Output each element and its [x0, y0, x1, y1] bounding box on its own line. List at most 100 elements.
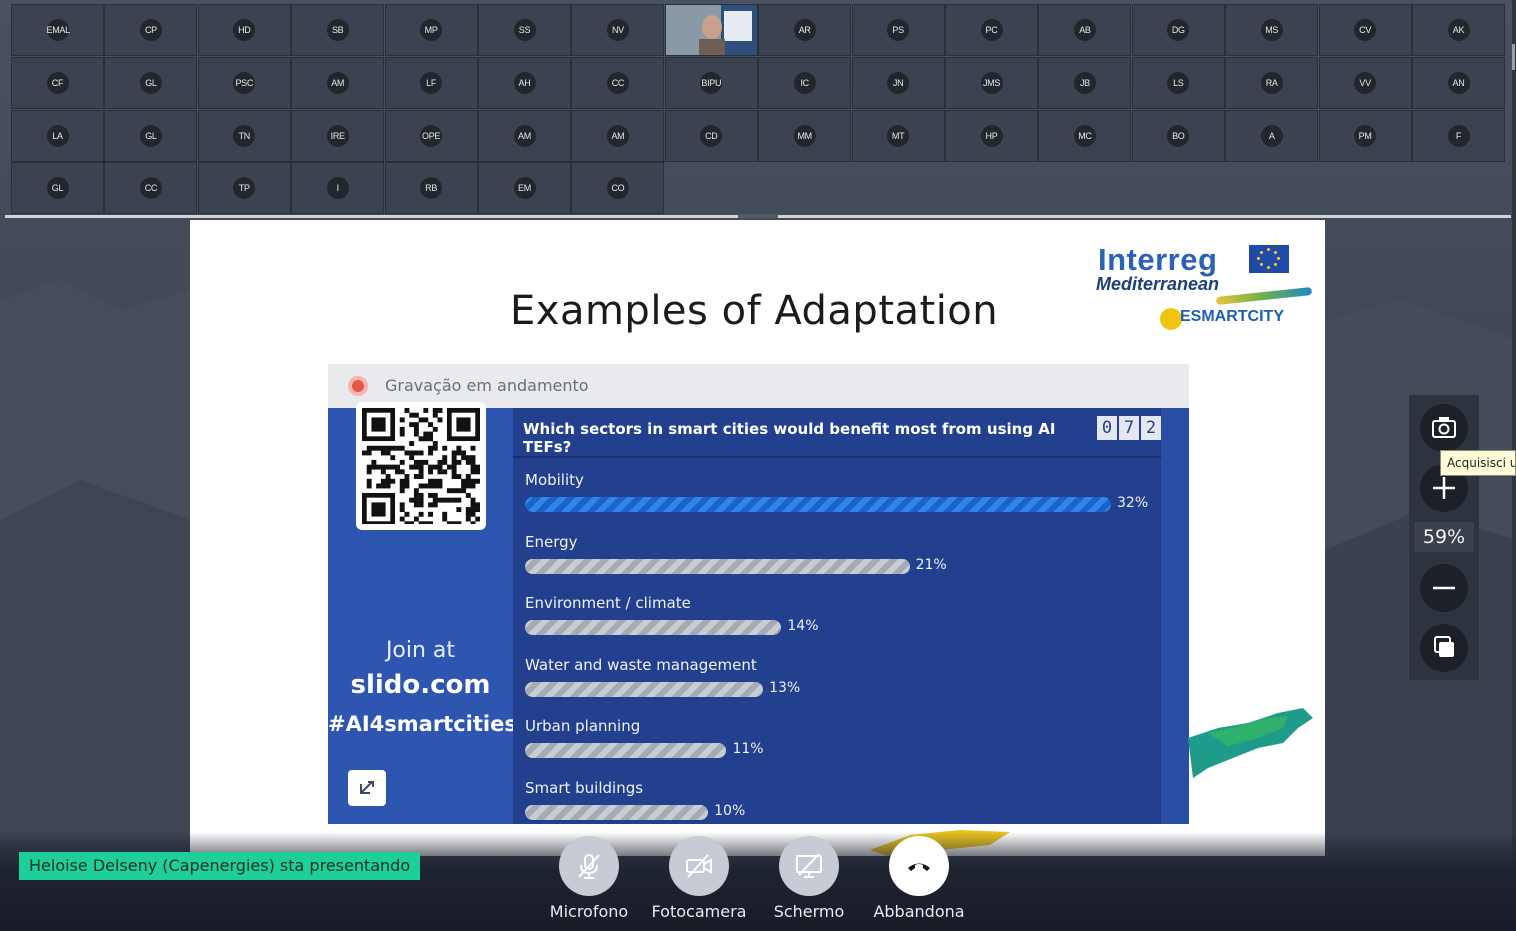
participant-tile[interactable]: LF [384, 56, 478, 109]
participant-tile[interactable]: TN [197, 109, 291, 162]
participant-tile[interactable]: OPE [384, 109, 478, 162]
camera-button[interactable]: Fotocamera [649, 836, 749, 921]
participant-tile[interactable]: MP [384, 4, 478, 56]
poll-percentage: 11% [732, 741, 764, 757]
participant-tile[interactable]: A [1225, 109, 1319, 162]
participant-avatar: PM [1354, 124, 1377, 147]
participant-avatar: F [1447, 124, 1470, 147]
participant-avatar: CF [46, 71, 69, 94]
participant-tile[interactable]: MC [1038, 109, 1132, 162]
poll-question: Which sectors in smart cities would bene… [523, 420, 1056, 456]
participant-tile[interactable]: PSC [197, 56, 291, 109]
participant-tile[interactable]: EMAL [11, 4, 104, 56]
participant-tile[interactable]: GL [11, 162, 104, 215]
poll-percentage: 32% [1117, 495, 1149, 511]
leave-button-circle[interactable] [889, 836, 949, 896]
participant-tile[interactable]: JN [851, 56, 945, 109]
participant-avatar: CC [139, 177, 162, 200]
grid-resize-handle[interactable] [738, 214, 778, 218]
screen-button-circle[interactable] [779, 836, 839, 896]
poll-bar [525, 497, 1111, 512]
expand-icon[interactable] [348, 770, 386, 806]
participant-tile[interactable]: VV [1318, 56, 1412, 109]
participant-tile[interactable]: JB [1038, 56, 1132, 109]
participant-tile[interactable]: SS [478, 4, 571, 56]
participant-tile[interactable]: PM [1318, 109, 1412, 162]
zoom-level: 59% [1414, 522, 1474, 552]
participant-tile[interactable]: CC [104, 162, 198, 215]
participant-tile[interactable]: CV [1318, 4, 1412, 56]
participant-tile[interactable]: AN [1412, 56, 1505, 109]
poll-percentage: 13% [769, 679, 801, 696]
participant-tile[interactable]: CD [664, 109, 758, 162]
participant-tile[interactable]: GL [104, 109, 198, 162]
poll-row: Environment / climate 14% [525, 594, 1155, 650]
participant-tile[interactable]: F [1412, 109, 1505, 162]
participant-tile[interactable]: IRE [291, 109, 385, 162]
camera-button-circle[interactable] [669, 836, 729, 896]
participant-tile[interactable]: SB [291, 4, 385, 56]
participant-tile[interactable]: AM [478, 109, 571, 162]
leave-button[interactable]: Abbandona [869, 836, 969, 921]
participant-avatar: AM [326, 71, 349, 94]
participant-tile[interactable]: BIPU [664, 56, 758, 109]
participant-avatar: TP [233, 177, 256, 200]
participant-avatar: I [326, 177, 349, 200]
participant-tile[interactable]: AM [571, 109, 665, 162]
screenshot-button[interactable] [1420, 404, 1468, 452]
poll-row: Urban planning 11% [525, 717, 1155, 773]
participant-video-tile[interactable] [664, 4, 758, 56]
participant-tile[interactable]: MS [1225, 4, 1319, 56]
participant-tile[interactable]: TP [197, 162, 291, 215]
logo-project: ESMARTCITY [1180, 308, 1284, 325]
participant-tile[interactable]: MM [758, 109, 852, 162]
recording-dot-icon [348, 376, 368, 396]
participant-tile[interactable]: CO [571, 162, 665, 215]
copy-window-icon [1434, 636, 1454, 657]
participant-tile[interactable]: AH [478, 56, 571, 109]
participant-avatar: HP [980, 124, 1003, 147]
participant-tile[interactable]: HP [945, 109, 1038, 162]
mic-button[interactable]: Microfono [539, 836, 639, 921]
participant-tile[interactable]: DG [1131, 4, 1225, 56]
participant-tile[interactable]: JMS [945, 56, 1038, 109]
scrollbar-thumb[interactable] [1512, 44, 1515, 70]
participant-tile[interactable]: CP [104, 4, 198, 56]
participant-tile[interactable]: CF [11, 56, 104, 109]
participant-tile[interactable]: RB [384, 162, 478, 215]
participant-tile[interactable]: HD [197, 4, 291, 56]
participant-avatar: PSC [233, 71, 256, 94]
fit-window-button[interactable] [1420, 624, 1468, 672]
slido-join-panel: Join at slido.com #AI4smartcities [328, 402, 517, 824]
mic-label: Microfono [549, 902, 629, 921]
participant-tile[interactable]: RA [1225, 56, 1319, 109]
mic-button-circle[interactable] [559, 836, 619, 896]
logo-swoosh [1215, 287, 1313, 305]
camera-label: Fotocamera [651, 902, 747, 921]
participant-tile[interactable]: EM [478, 162, 571, 215]
screen-share-button[interactable]: Schermo [759, 836, 859, 921]
question-divider [513, 456, 1161, 458]
participant-avatar: LS [1167, 71, 1190, 94]
zoom-out-button[interactable] [1420, 564, 1468, 612]
participant-tile[interactable]: AR [758, 4, 852, 56]
participant-tile[interactable]: AB [1038, 4, 1132, 56]
participant-tile[interactable]: NV [571, 4, 665, 56]
participant-tile[interactable]: I [291, 162, 385, 215]
participant-tile[interactable]: AK [1412, 4, 1505, 56]
participant-tile[interactable]: AM [291, 56, 385, 109]
poll-bar [525, 743, 727, 758]
participant-tile[interactable]: CC [571, 56, 665, 109]
participant-avatar: NV [606, 19, 629, 41]
participant-tile[interactable]: PC [945, 4, 1038, 56]
screen-label: Schermo [773, 902, 845, 921]
participant-tile[interactable]: GL [104, 56, 198, 109]
participant-tile[interactable]: MT [851, 109, 945, 162]
poll-percentage: 14% [787, 618, 819, 634]
screen-share-off-icon [796, 853, 822, 878]
participant-tile[interactable]: LA [11, 109, 104, 162]
participant-tile[interactable]: BO [1131, 109, 1225, 162]
participant-tile[interactable]: IC [758, 56, 852, 109]
participant-tile[interactable]: LS [1131, 56, 1225, 109]
participant-tile[interactable]: PS [851, 4, 945, 56]
